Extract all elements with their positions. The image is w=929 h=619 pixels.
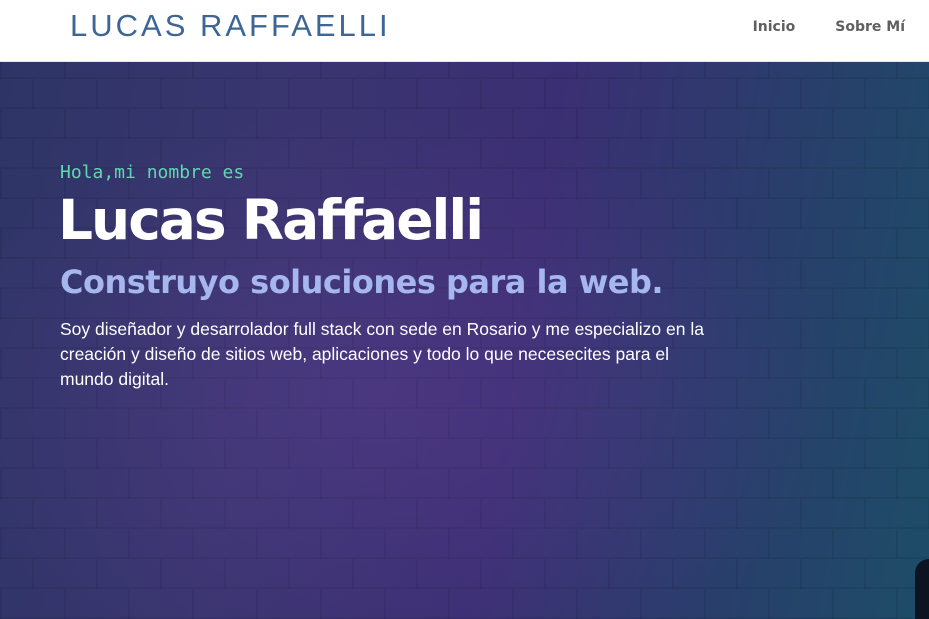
portrait-image-edge bbox=[915, 559, 929, 619]
brand-logo-link[interactable]: LUCAS RAFFAELLI bbox=[70, 8, 391, 44]
hero-tagline: Construyo soluciones para la web. bbox=[60, 263, 664, 301]
nav-link-inicio[interactable]: Inicio bbox=[753, 19, 796, 35]
top-navbar: LUCAS RAFFAELLI Inicio Sobre Mí bbox=[0, 0, 929, 62]
nav-link-sobre-mi[interactable]: Sobre Mí bbox=[835, 19, 905, 35]
hero-section: Hola,mi nombre es Lucas Raffaelli Constr… bbox=[0, 62, 929, 619]
hero-bio-text: Soy diseñador y desarrolador full stack … bbox=[60, 319, 704, 389]
main-nav: Inicio Sobre Mí bbox=[753, 19, 905, 35]
hero-name-heading: Lucas Raffaelli bbox=[58, 188, 484, 252]
hero-greeting: Hola,mi nombre es bbox=[60, 162, 245, 183]
